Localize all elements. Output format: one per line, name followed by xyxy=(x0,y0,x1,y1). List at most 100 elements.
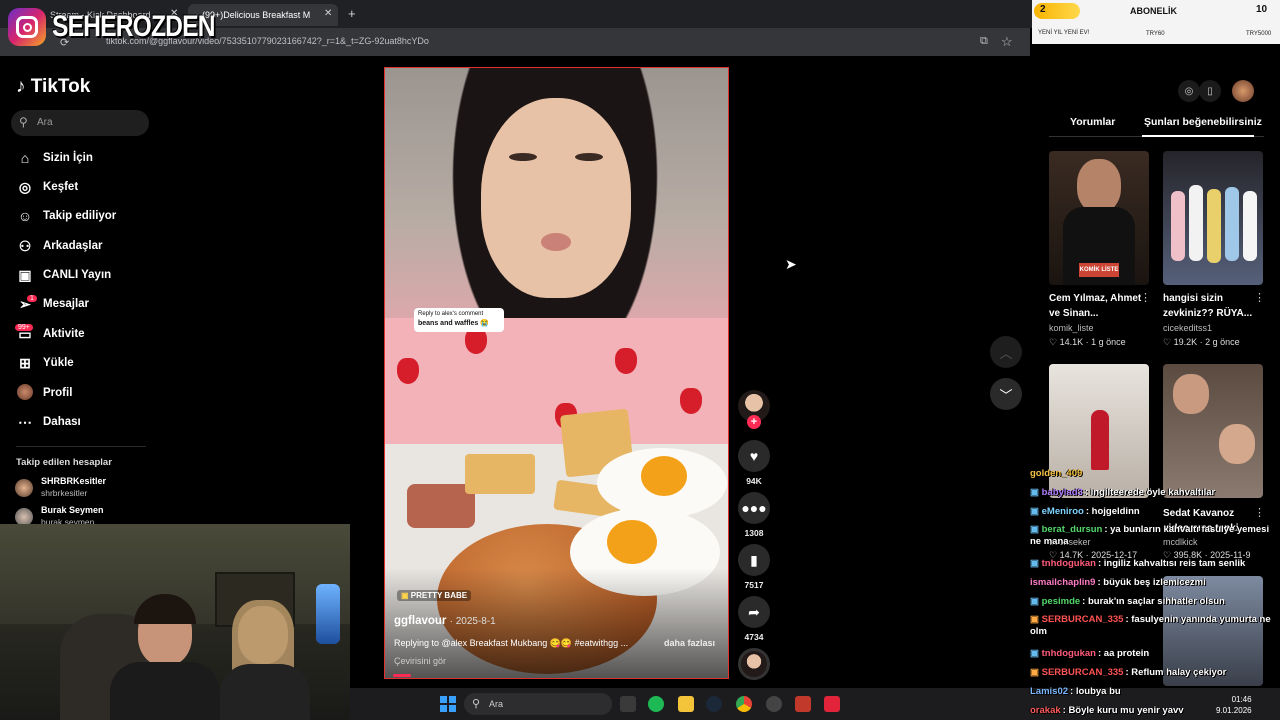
share-arrow-icon: ➦ xyxy=(748,603,760,620)
video-author[interactable]: ggflavour · 2025-8-1 xyxy=(394,615,496,627)
more-options-icon[interactable]: ⋮ xyxy=(1254,291,1265,304)
card-title[interactable]: Cem Yılmaz, Ahmet ve Sinan... xyxy=(1049,291,1149,321)
share-button[interactable]: ➦ xyxy=(738,596,770,628)
chat-text: : burak'ın saçlar sıhhatler olsun xyxy=(1082,596,1225,607)
nav-live[interactable]: ▣ CANLI Yayın xyxy=(15,264,111,286)
nav-messages[interactable]: ➢ Mesajlar xyxy=(15,293,89,315)
search-icon: ⚲ xyxy=(19,115,28,129)
taskbar-search[interactable] xyxy=(464,693,612,715)
comment-button[interactable]: ●●● xyxy=(738,492,770,524)
tiktok-logo[interactable]: ♪ TikTok xyxy=(16,76,90,98)
system-clock[interactable]: 01:46 9.01.2026 xyxy=(1216,694,1252,716)
card-title[interactable]: hangisi sizin zevkiniz?? RÜYA... xyxy=(1163,291,1263,321)
compass-icon: ◎ xyxy=(18,178,32,195)
save-button[interactable]: ▮ xyxy=(738,544,770,576)
nav-label: Dahası xyxy=(43,416,81,428)
donation-title: ABONELİK xyxy=(1130,6,1177,16)
nav-profile[interactable]: Profil xyxy=(15,382,72,404)
install-app-icon[interactable]: ⧉ xyxy=(980,35,988,48)
chat-message: Lamis02: loubya bu xyxy=(1030,686,1121,698)
card-age: 1 g önce xyxy=(1091,337,1126,347)
chat-text: : ingiliz kahvaltısı reis tam senlik xyxy=(1097,558,1246,569)
chat-text: : loubya bu xyxy=(1070,686,1121,697)
chat-message: golden_409 xyxy=(1030,468,1084,480)
bookmark-star-icon[interactable]: ☆ xyxy=(1001,34,1013,50)
video-effect-tag[interactable]: ▣ PRETTY BABE xyxy=(397,590,472,601)
chat-text: : hojgeldinn xyxy=(1085,506,1140,517)
compass-icon[interactable]: ◎ xyxy=(1178,80,1200,102)
mobile-icon[interactable]: ▯ xyxy=(1199,80,1221,102)
app-icon[interactable] xyxy=(795,696,811,712)
nav-more[interactable]: ⋯ Dahası xyxy=(15,411,81,433)
more-options-icon[interactable]: ⋮ xyxy=(1140,291,1151,304)
chat-message: ▣ SERBURCAN_335: Reflum halay çekiyor xyxy=(1030,667,1226,679)
chat-user: berat_dursun xyxy=(1041,524,1103,535)
video-progress[interactable] xyxy=(393,674,411,677)
tab-close-icon[interactable]: ✕ xyxy=(324,8,332,19)
discord-icon[interactable] xyxy=(766,696,782,712)
sticker-text: beans and waffles 😭 xyxy=(418,320,489,327)
tab-you-may-like[interactable]: Şunları beğenebilirsiniz xyxy=(1144,116,1262,128)
following-name[interactable]: SHRBRKesitler xyxy=(41,476,106,486)
chat-message: orakak: Böyle kuru mu yenir yavv xyxy=(1030,705,1184,717)
nav-following[interactable]: ☺ Takip ediliyor xyxy=(15,205,116,227)
new-tab-button[interactable]: + xyxy=(348,6,356,21)
card-author[interactable]: cicekeditss1 xyxy=(1163,323,1212,333)
spotify-icon[interactable] xyxy=(648,696,664,712)
chat-user: tnhdogukan xyxy=(1041,648,1096,659)
clock-time: 01:46 xyxy=(1231,695,1252,704)
card-author[interactable]: komik_liste xyxy=(1049,323,1094,333)
friends-icon: ⚇ xyxy=(18,237,32,254)
video-shirt xyxy=(385,318,728,444)
avatar[interactable] xyxy=(1232,80,1254,102)
donation-subtitle: YENİ YIL YENİ EV! xyxy=(1038,30,1090,36)
tab-comments[interactable]: Yorumlar xyxy=(1070,116,1115,128)
webcam-feed xyxy=(0,524,350,720)
follow-plus-icon[interactable]: + xyxy=(747,415,761,429)
folder-icon[interactable] xyxy=(678,696,694,712)
windows-start-icon[interactable] xyxy=(440,696,456,712)
like-button[interactable]: ♥ xyxy=(738,440,770,472)
search-input[interactable] xyxy=(11,110,149,136)
video-thumbnail[interactable]: KOMİK LİSTE xyxy=(1049,151,1149,285)
chevron-down-icon[interactable]: ﹀ xyxy=(990,378,1022,410)
caption-more-link[interactable]: daha fazlası xyxy=(664,638,715,648)
profile-avatar xyxy=(15,383,35,403)
chat-user: ismailchaplin9 xyxy=(1030,577,1096,588)
messages-badge: 1 xyxy=(27,295,37,302)
chevron-up-icon[interactable]: ︿ xyxy=(990,336,1022,368)
nav-friends[interactable]: ⚇ Arkadaşlar xyxy=(15,235,103,257)
video-player[interactable]: Reply to alex's comment beans and waffle… xyxy=(384,67,729,679)
person-body xyxy=(220,664,310,720)
task-view-icon[interactable] xyxy=(620,696,636,712)
see-translation-link[interactable]: Çevirisini gör xyxy=(394,656,446,666)
tiktok-note-icon: ♪ xyxy=(16,76,26,97)
search-icon: ⚲ xyxy=(472,698,481,710)
donation-right-count: 10 xyxy=(1256,4,1268,15)
app-icon[interactable] xyxy=(824,696,840,712)
chat-message: ▣ tnhdogukan: ingiliz kahvaltısı reis ta… xyxy=(1030,558,1245,570)
reply-comment-sticker: Reply to alex's comment beans and waffle… xyxy=(414,308,504,332)
chrome-icon[interactable] xyxy=(736,696,752,712)
chat-message: ▣ pesimde: burak'ın saçlar sıhhatler ols… xyxy=(1030,596,1225,608)
nav-upload[interactable]: ⊞ Yükle xyxy=(15,352,74,374)
video-face xyxy=(481,98,631,298)
nav-label: Takip ediliyor xyxy=(43,210,117,222)
steam-icon[interactable] xyxy=(706,696,722,712)
chat-message: ▣ berat_dursun: ya bunların kahvaltı fas… xyxy=(1030,524,1280,548)
live-icon: ▣ xyxy=(18,266,32,283)
video-thumbnail[interactable] xyxy=(1163,364,1263,498)
save-count: 7517 xyxy=(744,580,764,590)
video-thumbnail[interactable] xyxy=(1163,151,1263,285)
chat-message: ismailchaplin9: büyük beş izlemicezmi xyxy=(1030,577,1206,589)
comment-count: 1308 xyxy=(744,528,764,538)
music-disc-icon[interactable] xyxy=(738,648,770,680)
more-icon: ⋯ xyxy=(18,413,32,430)
nav-label: Keşfet xyxy=(43,181,79,193)
more-options-icon[interactable]: ⋮ xyxy=(1254,506,1265,519)
nav-explore[interactable]: ◎ Keşfet xyxy=(15,176,78,198)
avatar[interactable] xyxy=(15,479,33,497)
following-name[interactable]: Burak Seymen xyxy=(41,505,104,515)
nav-for-you[interactable]: ⌂ Sizin İçin xyxy=(15,147,93,169)
chat-user: orakak xyxy=(1030,705,1061,716)
